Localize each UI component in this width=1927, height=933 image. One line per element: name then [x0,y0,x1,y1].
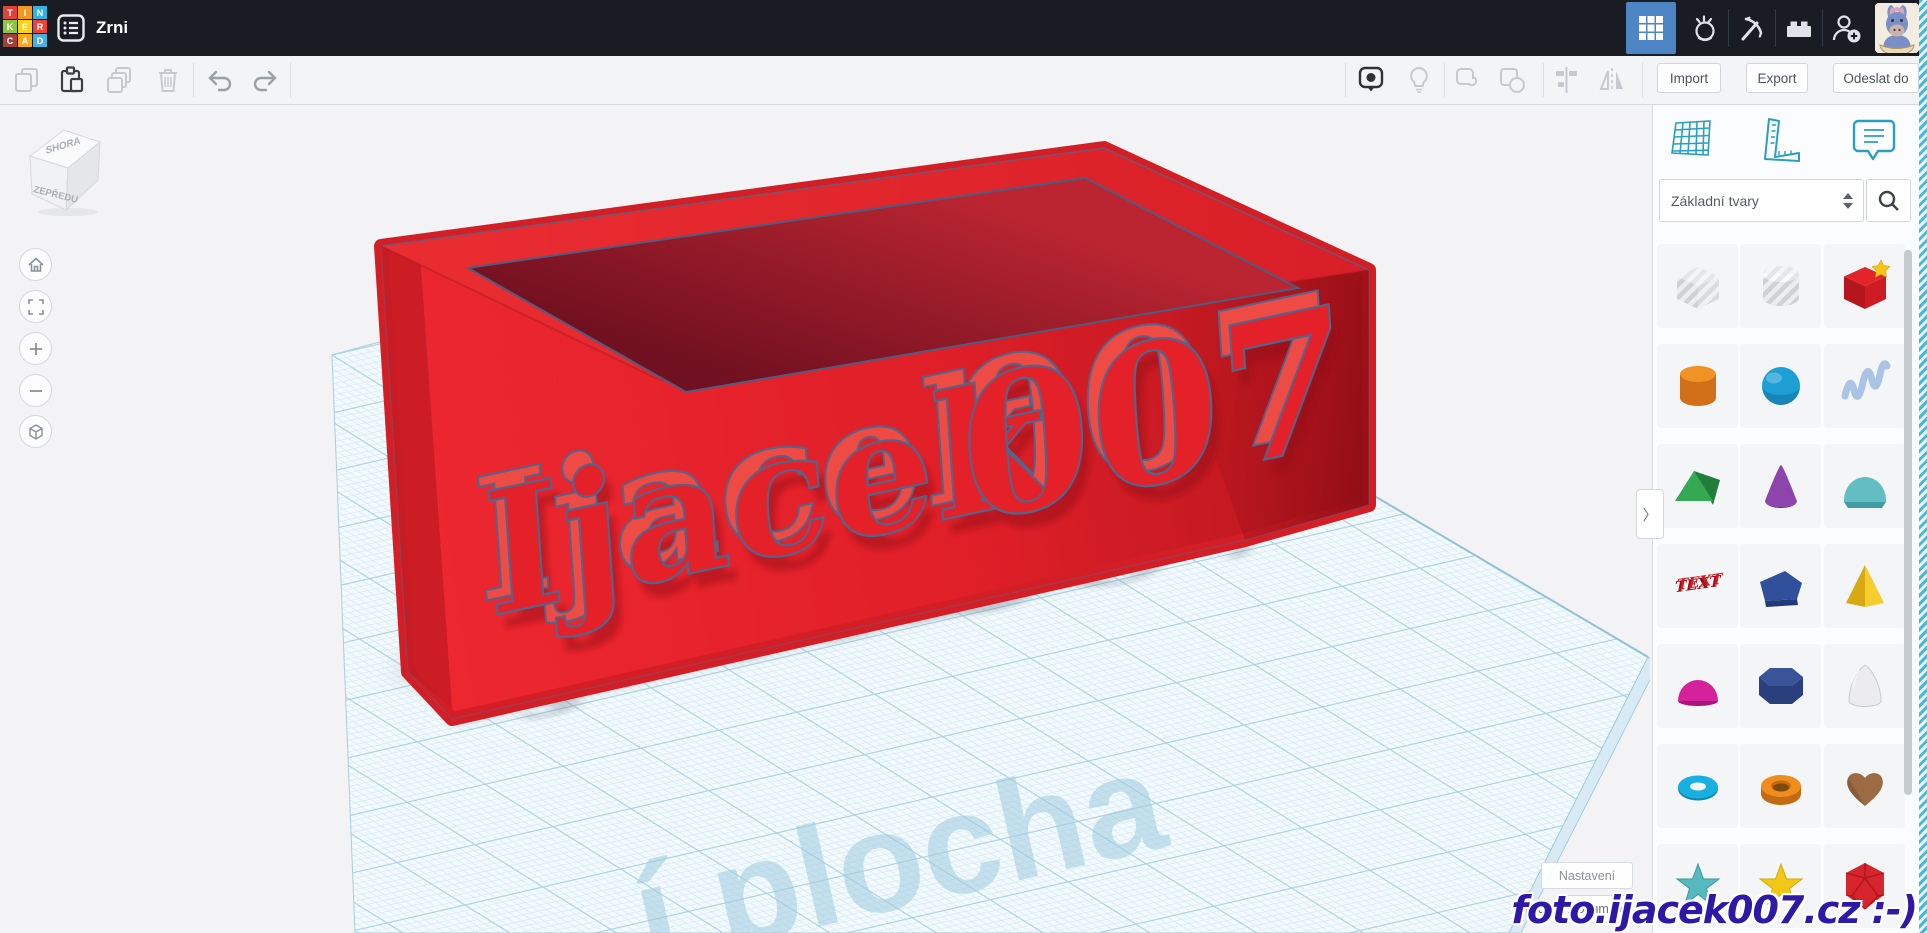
delete-icon[interactable] [153,65,183,95]
logo-tile: R [33,20,47,33]
round-roof-icon [1837,458,1893,514]
tinkercad-logo[interactable]: TIN KER CAD [3,6,49,50]
cylinder-icon [1670,358,1726,414]
group-icon[interactable] [1452,65,1482,95]
scribble-icon [1837,358,1893,414]
shape-box-transparent[interactable] [1657,244,1738,328]
minecraft-pickaxe-icon[interactable] [1729,2,1775,54]
notes-icon[interactable] [1849,114,1899,164]
lego-brick-icon[interactable] [1776,2,1822,54]
logo-tile: A [18,34,32,47]
shape-egg[interactable] [1824,644,1905,728]
hex-prism-icon [1753,658,1809,714]
viewport-canvas[interactable]: Ijacek 007 í plocha [0,104,1650,933]
shape-paraboloid[interactable] [1657,644,1738,728]
mirror-icon[interactable] [1597,65,1627,95]
settings-button[interactable]: Nastavení [1541,862,1633,889]
properties-list-icon[interactable] [56,13,86,43]
ungroup-icon[interactable] [1497,65,1527,95]
shape-pyramid[interactable] [1824,544,1905,628]
heart-icon [1837,758,1893,814]
logo-tile: K [3,20,17,33]
text-icon: TEXTTEXT [1670,558,1726,614]
shape-text[interactable]: TEXTTEXT [1657,544,1738,628]
paraboloid-icon [1670,658,1726,714]
design-title[interactable]: Zrni [96,18,128,38]
shape-cylinder[interactable] [1657,344,1738,428]
shapes-panel: Základní tvary TEXTTEXT [1652,104,1920,933]
scene[interactable]: Ijacek 007 í plocha [0,104,1650,933]
align-icon[interactable] [1552,65,1582,95]
sphere-icon [1753,358,1809,414]
zoom-out-button[interactable] [19,374,52,407]
zoom-in-button[interactable] [19,332,52,365]
watermark: foto.ijacek007.cz :-) [1511,888,1917,932]
show-all-icon[interactable] [1356,65,1386,95]
invite-person-icon[interactable] [1823,2,1869,54]
category-label: Základní tvary [1671,193,1759,209]
import-button[interactable]: Import [1657,63,1721,93]
home-view-button[interactable] [19,248,52,281]
logo-tile: E [18,20,32,33]
send-to-button[interactable]: Odeslat do [1833,63,1919,93]
torus-icon [1670,758,1726,814]
fit-view-button[interactable] [19,290,52,323]
tube-icon [1753,758,1809,814]
shape-scribble[interactable] [1824,344,1905,428]
panel-collapse-chevron[interactable]: 〉 [1636,489,1664,539]
ruler-icon[interactable] [1756,114,1806,164]
logo-tile: N [33,6,47,19]
polygon-icon [1753,558,1809,614]
shape-sphere[interactable] [1740,344,1821,428]
shape-polygon[interactable] [1740,544,1821,628]
shape-cylinder-transparent[interactable] [1740,244,1821,328]
shape-hex-prism[interactable] [1740,644,1821,728]
redo-icon[interactable] [250,65,280,95]
avatar[interactable] [1875,3,1919,53]
undo-icon[interactable] [205,65,235,95]
toolbar: Import Export Odeslat do [0,56,1927,105]
shape-cone[interactable] [1740,444,1821,528]
striped-edge-decoration [1919,0,1927,933]
search-button[interactable] [1866,179,1911,222]
view-cube[interactable]: SHORA ZEPŘEDU [20,118,112,223]
shape-tube[interactable] [1740,744,1821,828]
box-icon [1837,258,1893,314]
box-transparent-icon [1670,258,1726,314]
pyramid-icon [1837,558,1893,614]
logo-tile: I [18,6,32,19]
workplane-icon[interactable] [1667,114,1717,164]
sort-arrows-icon [1843,193,1853,209]
shape-heart[interactable] [1824,744,1905,828]
bell-icon[interactable] [1682,2,1728,54]
cylinder-transparent-icon [1753,258,1809,314]
logo-tile: T [3,6,17,19]
category-select[interactable]: Základní tvary [1659,179,1864,222]
duplicate-icon[interactable] [105,65,135,95]
egg-icon [1837,658,1893,714]
logo-tile: D [33,34,47,47]
perspective-button[interactable] [19,415,52,448]
shape-box[interactable] [1824,244,1905,328]
topbar: TIN KER CAD Zrni [0,0,1927,56]
paste-icon[interactable] [56,65,86,95]
roof-icon [1670,458,1726,514]
lightbulb-icon[interactable] [1404,65,1434,95]
panel-scrollbar[interactable] [1904,250,1912,795]
search-icon [1877,189,1901,213]
export-button[interactable]: Export [1746,63,1808,93]
copy-icon[interactable] [12,65,42,95]
logo-tile: C [3,34,17,47]
shape-round-roof[interactable] [1824,444,1905,528]
dashboard-grid-icon[interactable] [1626,2,1676,54]
shape-roof[interactable] [1657,444,1738,528]
cone-icon [1753,458,1809,514]
shape-torus[interactable] [1657,744,1738,828]
